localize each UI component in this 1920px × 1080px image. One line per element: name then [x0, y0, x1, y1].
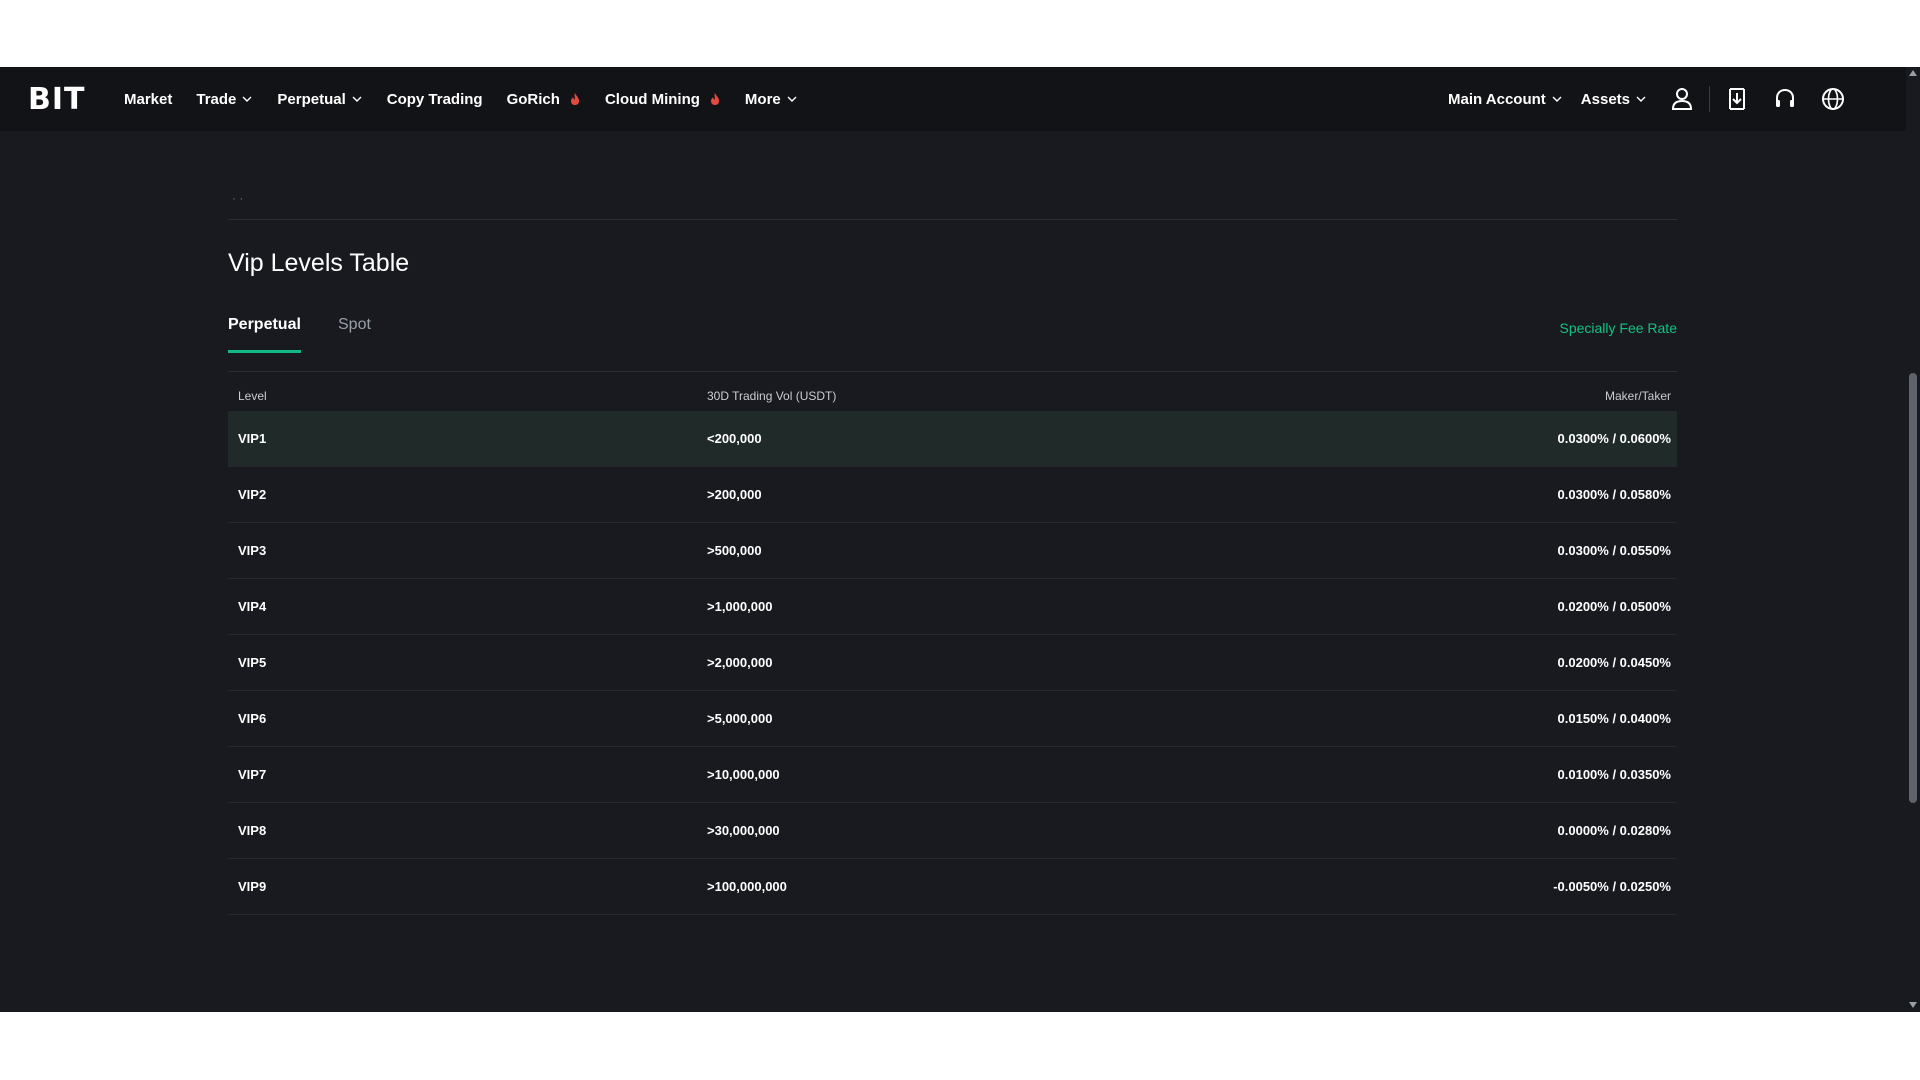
headset-icon[interactable]: [1772, 86, 1798, 112]
cell-maker-taker: 0.0200% / 0.0500%: [1557, 599, 1671, 614]
table-header: Level 30D Trading Vol (USDT) Maker/Taker: [228, 373, 1677, 411]
specially-fee-rate-link[interactable]: Specially Fee Rate: [1559, 320, 1677, 336]
nav-perpetual[interactable]: Perpetual: [277, 91, 362, 108]
user-icon[interactable]: [1669, 86, 1695, 112]
cell-maker-taker: -0.0050% / 0.0250%: [1553, 879, 1671, 894]
chevron-down-icon: [242, 96, 252, 102]
page-title: Vip Levels Table: [228, 249, 410, 277]
cell-trading-vol: >100,000,000: [707, 879, 787, 894]
cell-maker-taker: 0.0150% / 0.0400%: [1557, 711, 1671, 726]
vip-levels-table: Level 30D Trading Vol (USDT) Maker/Taker…: [228, 373, 1677, 915]
cell-trading-vol: >2,000,000: [707, 655, 773, 670]
browser-viewport: BIT Market Trade Perpetual Copy Trading …: [0, 67, 1920, 1012]
chevron-down-icon: [1636, 96, 1646, 102]
chevron-down-icon: [1552, 96, 1562, 102]
nav-copy-trading[interactable]: Copy Trading: [387, 91, 483, 108]
cell-level: VIP1: [238, 431, 267, 446]
cell-level: VIP2: [238, 487, 267, 502]
cell-level: VIP9: [238, 879, 267, 894]
cell-level: VIP5: [238, 655, 267, 670]
nav-gorich[interactable]: GoRich: [507, 91, 581, 108]
header-maker-taker: Maker/Taker: [1604, 389, 1671, 403]
cell-level: VIP6: [238, 711, 267, 726]
cell-maker-taker: 0.0100% / 0.0350%: [1557, 767, 1671, 782]
tab-perpetual[interactable]: Perpetual: [228, 316, 301, 353]
cell-trading-vol: >1,000,000: [707, 599, 773, 614]
table-row: VIP6 >5,000,000 0.0150% / 0.0400%: [228, 691, 1677, 747]
nav-label: GoRich: [506, 90, 560, 108]
section-divider: [228, 219, 1677, 220]
assets-dropdown[interactable]: Assets: [1581, 91, 1647, 108]
cell-trading-vol: >10,000,000: [707, 767, 780, 782]
cell-maker-taker: 0.0300% / 0.0550%: [1557, 543, 1671, 558]
table-row: VIP9 >100,000,000 -0.0050% / 0.0250%: [228, 859, 1677, 915]
chevron-down-icon: [352, 96, 362, 102]
chevron-down-icon: [787, 96, 797, 102]
table-row: VIP7 >10,000,000 0.0100% / 0.0350%: [228, 747, 1677, 803]
table-row: VIP2 >200,000 0.0300% / 0.0580%: [228, 467, 1677, 523]
cell-level: VIP4: [238, 599, 267, 614]
globe-icon[interactable]: [1820, 86, 1846, 112]
download-icon[interactable]: [1724, 86, 1750, 112]
nav-label: Cloud Mining: [604, 90, 700, 108]
cell-level: VIP3: [238, 543, 267, 558]
scroll-down-arrow-icon[interactable]: [1909, 1002, 1917, 1008]
main-nav: Market Trade Perpetual Copy Trading GoRi…: [124, 67, 822, 131]
nav-label: Copy Trading: [386, 90, 483, 108]
tab-spot[interactable]: Spot: [338, 316, 371, 350]
cell-trading-vol: >5,000,000: [707, 711, 773, 726]
main-account-label: Main Account: [1448, 90, 1546, 108]
scrolled-text-fragment: · ·: [232, 191, 244, 205]
cell-trading-vol: >200,000: [707, 487, 762, 502]
fire-icon: [710, 93, 719, 105]
scroll-thumb[interactable]: [1909, 373, 1917, 803]
table-row: VIP5 >2,000,000 0.0200% / 0.0450%: [228, 635, 1677, 691]
header-trading-vol: 30D Trading Vol (USDT): [707, 389, 837, 403]
nav-divider: [1709, 86, 1710, 112]
cell-trading-vol: <200,000: [707, 431, 762, 446]
nav-more[interactable]: More: [745, 91, 798, 108]
scroll-up-arrow-icon[interactable]: [1909, 70, 1917, 76]
nav-label: Trade: [196, 90, 237, 108]
cell-level: VIP8: [238, 823, 267, 838]
main-account-dropdown[interactable]: Main Account: [1448, 91, 1563, 108]
cell-level: VIP7: [238, 767, 267, 782]
nav-trade[interactable]: Trade: [196, 91, 253, 108]
table-row: VIP3 >500,000 0.0300% / 0.0550%: [228, 523, 1677, 579]
brand-logo[interactable]: BIT: [28, 82, 86, 117]
table-row: VIP1 <200,000 0.0300% / 0.0600%: [228, 411, 1677, 467]
nav-cloud-mining[interactable]: Cloud Mining: [605, 91, 721, 108]
cell-maker-taker: 0.0300% / 0.0600%: [1557, 431, 1671, 446]
table-body: VIP1 <200,000 0.0300% / 0.0600% VIP2 >20…: [228, 411, 1677, 915]
nav-market[interactable]: Market: [124, 91, 172, 108]
fire-icon: [570, 93, 579, 105]
account-nav: Main Account Assets: [1448, 67, 1846, 131]
table-row: VIP4 >1,000,000 0.0200% / 0.0500%: [228, 579, 1677, 635]
header-level: Level: [238, 389, 267, 403]
vertical-scrollbar[interactable]: [1906, 67, 1920, 1012]
fee-tabs: Perpetual Spot Specially Fee Rate: [228, 316, 1677, 372]
nav-label: Market: [124, 90, 173, 108]
table-row: VIP8 >30,000,000 0.0000% / 0.0280%: [228, 803, 1677, 859]
cell-trading-vol: >30,000,000: [707, 823, 780, 838]
cell-maker-taker: 0.0200% / 0.0450%: [1557, 655, 1671, 670]
assets-label: Assets: [1580, 90, 1630, 108]
nav-label: More: [744, 90, 781, 108]
cell-maker-taker: 0.0000% / 0.0280%: [1557, 823, 1671, 838]
cell-maker-taker: 0.0300% / 0.0580%: [1557, 487, 1671, 502]
nav-label: Perpetual: [277, 90, 346, 108]
top-navbar: BIT Market Trade Perpetual Copy Trading …: [0, 67, 1906, 131]
cell-trading-vol: >500,000: [707, 543, 762, 558]
